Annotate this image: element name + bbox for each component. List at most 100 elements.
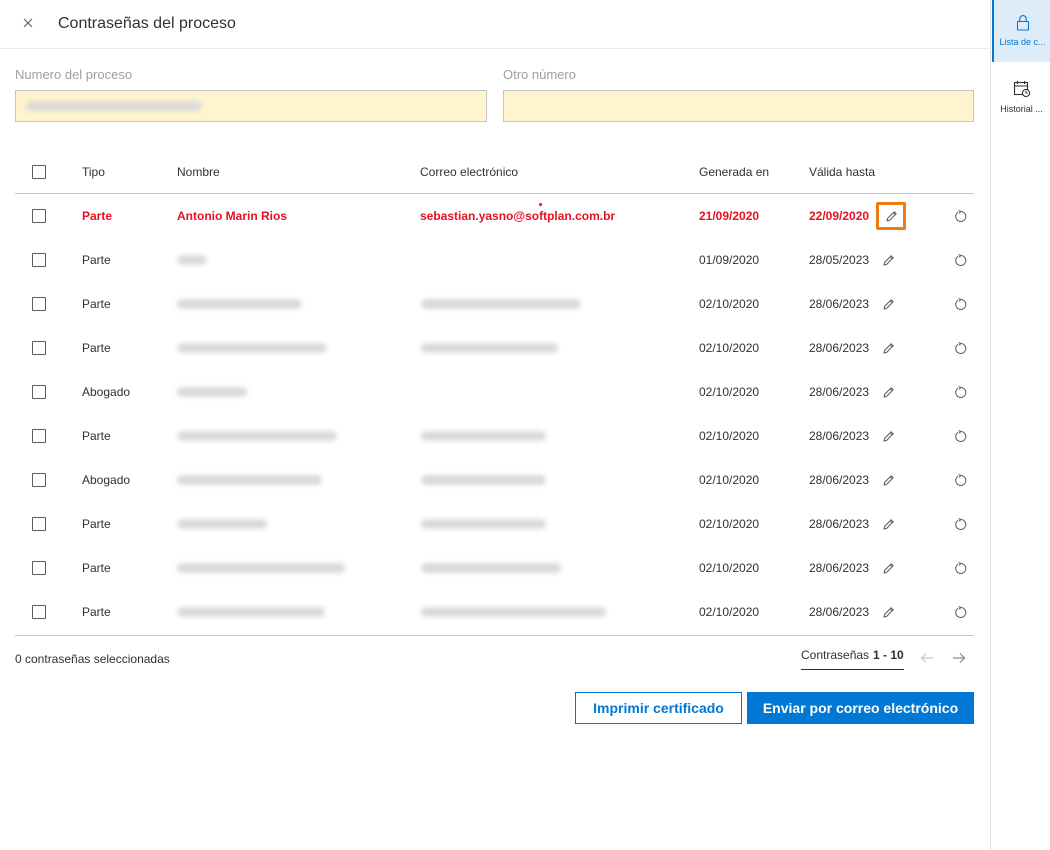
redacted-name (177, 387, 247, 397)
redacted-name (177, 343, 327, 353)
reset-icon[interactable] (949, 601, 971, 623)
row-checkbox-cell (32, 546, 46, 590)
table-row[interactable]: Parte 02/10/2020 28/06/2023 (15, 546, 974, 590)
row-checkbox[interactable] (32, 429, 46, 443)
reset-icon[interactable] (949, 293, 971, 315)
reset-icon[interactable] (949, 425, 971, 447)
table-row[interactable]: Parte 02/10/2020 28/06/2023 (15, 590, 974, 634)
row-checkbox[interactable] (32, 561, 46, 575)
other-number-field[interactable] (503, 90, 974, 122)
redacted-name (177, 475, 322, 485)
rail-item-password-list[interactable]: Lista de c... (992, 0, 1050, 62)
row-checkbox[interactable] (32, 385, 46, 399)
close-icon[interactable] (18, 13, 38, 33)
cell-generada: 21/09/2020 (699, 209, 760, 223)
cell-tipo: Parte (82, 561, 111, 575)
redacted-name (177, 299, 302, 309)
table-row[interactable]: Abogado 02/10/2020 28/06/2023 (15, 458, 974, 502)
cell-tipo: Parte (82, 209, 113, 223)
row-checkbox-cell (32, 590, 46, 634)
table-body: Parte Antonio Marin Rios sebastian.yasno… (15, 194, 974, 634)
redacted-value (26, 101, 202, 111)
row-checkbox[interactable] (32, 341, 46, 355)
table-row[interactable]: Abogado 02/10/2020 28/06/2023 (15, 370, 974, 414)
cell-valida: 28/06/2023 (809, 517, 870, 531)
print-certificate-button[interactable]: Imprimir certificado (575, 692, 742, 724)
rail-item-history[interactable]: Historial ... (992, 74, 1050, 124)
pencil-icon[interactable] (877, 425, 899, 447)
row-checkbox[interactable] (32, 605, 46, 619)
row-checkbox-cell (32, 370, 46, 414)
cell-valida: 28/06/2023 (809, 297, 870, 311)
header-valida[interactable]: Válida hasta (809, 150, 875, 194)
reset-icon[interactable] (949, 205, 971, 227)
pencil-icon[interactable] (877, 601, 899, 623)
pencil-icon[interactable] (876, 202, 906, 230)
reset-icon[interactable] (949, 381, 971, 403)
send-email-button[interactable]: Enviar por correo electrónico (747, 692, 974, 724)
previous-page-icon[interactable] (919, 650, 935, 666)
table-header: Tipo Nombre Correo electrónico Generada … (15, 150, 974, 194)
cell-generada: 02/10/2020 (699, 297, 760, 311)
row-checkbox[interactable] (32, 517, 46, 531)
cell-tipo: Parte (82, 297, 111, 311)
row-checkbox-cell (32, 282, 46, 326)
select-all-checkbox[interactable] (32, 165, 46, 179)
header-nombre[interactable]: Nombre (177, 150, 220, 194)
reset-icon[interactable] (949, 557, 971, 579)
pencil-icon[interactable] (877, 381, 899, 403)
table-row[interactable]: Parte 02/10/2020 28/06/2023 (15, 502, 974, 546)
cell-tipo: Parte (82, 429, 111, 443)
cell-generada: 02/10/2020 (699, 385, 760, 399)
reset-icon[interactable] (949, 469, 971, 491)
row-checkbox[interactable] (32, 297, 46, 311)
header-tipo[interactable]: Tipo (82, 150, 105, 194)
rail-item-label: Historial ... (1000, 104, 1043, 114)
table-row[interactable]: Parte 02/10/2020 28/06/2023 (15, 326, 974, 370)
table-row[interactable]: Parte 02/10/2020 28/06/2023 (15, 414, 974, 458)
cell-valida: 28/06/2023 (809, 561, 870, 575)
pencil-icon[interactable] (877, 557, 899, 579)
cell-generada: 02/10/2020 (699, 561, 760, 575)
pager: Contraseñas 1 - 10 (801, 648, 904, 670)
header-correo[interactable]: Correo electrónico (420, 150, 518, 194)
cell-valida: 28/06/2023 (809, 341, 870, 355)
next-page-icon[interactable] (951, 650, 967, 666)
cell-generada: 02/10/2020 (699, 341, 760, 355)
row-checkbox[interactable] (32, 209, 46, 223)
cell-tipo: Parte (82, 341, 111, 355)
header-generada[interactable]: Generada en (699, 150, 769, 194)
cell-tipo: Parte (82, 605, 111, 619)
cell-correo: sebastian.yasno@softplan.com.br (420, 209, 616, 223)
reset-icon[interactable] (949, 249, 971, 271)
row-checkbox[interactable] (32, 253, 46, 267)
panel-header: Contraseñas del proceso (0, 0, 990, 49)
pencil-icon[interactable] (877, 469, 899, 491)
reset-icon[interactable] (949, 513, 971, 535)
selected-count: 0 contraseñas seleccionadas (15, 652, 170, 666)
redacted-email (421, 519, 546, 529)
reset-icon[interactable] (949, 337, 971, 359)
table-row[interactable]: Parte Antonio Marin Rios sebastian.yasno… (15, 194, 974, 238)
pencil-icon[interactable] (877, 293, 899, 315)
redacted-email (421, 299, 581, 309)
row-checkbox[interactable] (32, 473, 46, 487)
cell-nombre: Antonio Marin Rios (177, 209, 287, 223)
other-number-label: Otro número (503, 67, 576, 82)
cell-valida: 28/06/2023 (809, 429, 870, 443)
redacted-name (177, 431, 337, 441)
pencil-icon[interactable] (877, 513, 899, 535)
side-rail: Lista de c... Historial ... (990, 0, 1050, 850)
pencil-icon[interactable] (877, 337, 899, 359)
redacted-name (177, 607, 325, 617)
row-checkbox-cell (32, 326, 46, 370)
marker-dot (539, 203, 542, 206)
table-row[interactable]: Parte 01/09/2020 28/05/2023 (15, 238, 974, 282)
redacted-name (177, 563, 345, 573)
row-checkbox-cell (32, 458, 46, 502)
process-number-label: Numero del proceso (15, 67, 133, 82)
password-panel: Contraseñas del proceso Numero del proce… (0, 0, 990, 850)
pencil-icon[interactable] (877, 249, 899, 271)
table-row[interactable]: Parte 02/10/2020 28/06/2023 (15, 282, 974, 326)
process-number-field[interactable] (15, 90, 487, 122)
